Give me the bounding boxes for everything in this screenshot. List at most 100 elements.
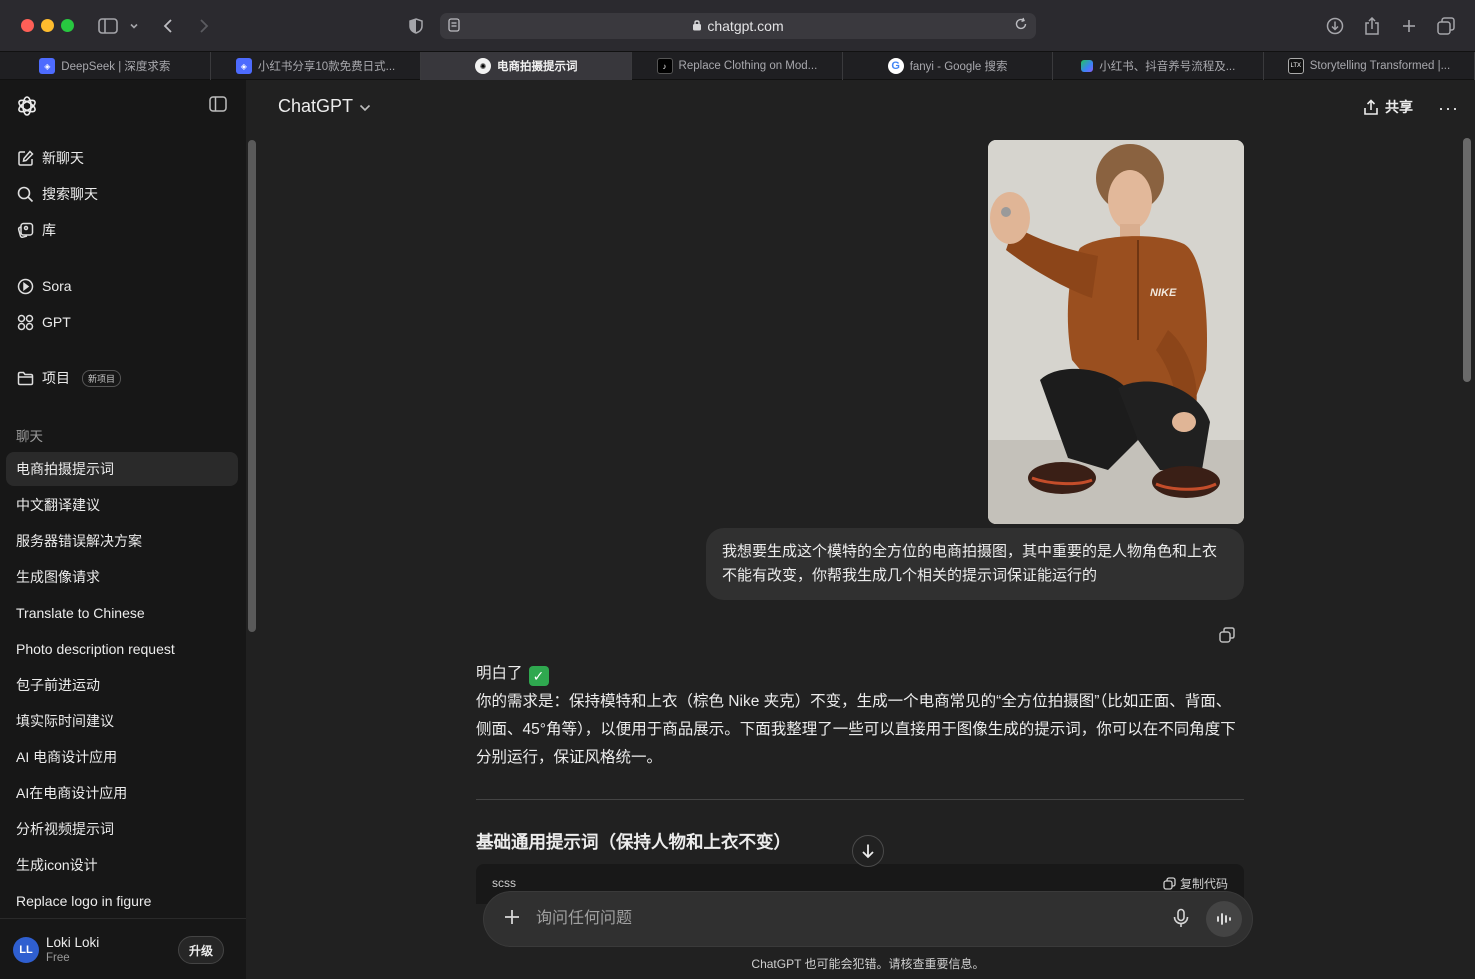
browser-tab[interactable]: ◈ 小红书分享10款免费日式... [211,52,422,80]
user-message-bubble: 我想要生成这个模特的全方位的电商拍摄图，其中重要的是人物角色和上衣不能有改变，你… [706,528,1244,600]
search-chats-button[interactable]: 搜索聊天 [16,184,98,204]
nav-label: Sora [42,278,72,294]
chat-history-item[interactable]: 包子前进运动 [6,668,238,702]
tab-title: Replace Clothing on Mod... [678,60,818,72]
close-window-button[interactable] [21,19,34,32]
microphone-icon[interactable] [1172,908,1194,930]
download-icon[interactable] [1323,14,1347,38]
prompt-input[interactable] [536,908,1136,930]
tab-title: 小红书分享10款免费日式... [257,61,396,73]
address-bar[interactable]: chatgpt.com [440,13,1036,39]
nav-label: 项目 [42,370,70,386]
browser-titlebar: chatgpt.com [0,0,1475,52]
main-header: ChatGPT 共享 ··· [258,80,1475,132]
voice-mode-button[interactable] [1206,901,1242,937]
tiktok-icon: ♪ [656,58,673,74]
chat-history-item[interactable]: Photo description request [6,632,238,666]
share-page-icon[interactable] [1360,14,1384,38]
sora-button[interactable]: Sora [16,276,72,296]
chat-history-item[interactable]: Translate to Chinese [6,596,238,630]
share-button[interactable]: 共享 [1363,97,1413,117]
forward-arrow-icon[interactable] [192,14,216,38]
check-mark-icon: ✓ [528,666,549,686]
browser-tab[interactable]: ♪ Replace Clothing on Mod... [632,52,843,80]
chatgpt-icon: ✺ [474,58,491,74]
openai-logo-icon[interactable] [15,94,39,118]
uploaded-model-photo[interactable]: NIKE [988,140,1244,524]
browser-tab[interactable]: LTX Storytelling Transformed |... [1264,52,1475,80]
message-composer [484,892,1252,946]
arrow-down-icon [862,844,874,859]
minimize-window-button[interactable] [41,19,54,32]
code-language-label: scss [492,876,516,890]
user-profile-section[interactable]: LL Loki Loki Free 升级 [0,918,246,979]
library-button[interactable]: 库 [16,220,56,240]
model-photo-image: NIKE [988,140,1244,524]
browser-tab-active[interactable]: ✺ 电商拍摄提示词 [421,52,633,80]
tab-title: Storytelling Transformed |... [1309,60,1451,72]
new-project-badge[interactable]: 新项目 [82,369,122,387]
gpt-grid-icon [16,313,34,331]
deepseek-icon: ◈ [235,58,252,74]
upgrade-button[interactable]: 升级 [178,936,224,964]
conversation-scrollbar[interactable] [1463,138,1471,382]
projects-button[interactable]: 项目 新项目 [16,368,122,388]
chat-history-item[interactable]: AI在电商设计应用 [6,776,238,810]
sora-icon [16,277,34,295]
assistant-body: 你的需求是：保持模特和上衣（棕色 Nike 夹克）不变，生成一个电商常见的“全方… [476,693,1236,766]
browser-tab[interactable]: 小红书、抖音养号流程及... [1053,52,1265,80]
chat-history-item[interactable]: Replace logo in figure [6,884,238,918]
tab-overview-icon[interactable] [1434,14,1458,38]
nav-label: GPT [42,314,71,330]
copy-message-icon[interactable] [1218,626,1238,646]
chat-history-item[interactable]: 生成图像请求 [6,560,238,594]
nav-label: 新聊天 [42,150,84,166]
chat-history-item[interactable]: 填实际时间建议 [6,704,238,738]
more-options-button[interactable]: ··· [1438,98,1459,119]
tab-title: 小红书、抖音养号流程及... [1099,61,1236,73]
assistant-intro-line: 明白了 ✓ [476,660,1244,688]
share-label: 共享 [1385,99,1413,115]
back-arrow-icon[interactable] [156,14,180,38]
new-tab-icon[interactable] [1397,14,1421,38]
svg-text:NIKE: NIKE [1150,287,1177,299]
nav-label: 库 [42,222,56,238]
page-info-icon[interactable] [448,18,460,35]
chevron-down-icon[interactable] [124,14,144,38]
assistant-message: 明白了 ✓ 你的需求是：保持模特和上衣（棕色 Nike 夹克）不变，生成一个电商常… [476,660,1244,772]
model-name: ChatGPT [278,96,354,116]
sidebar: 新聊天 搜索聊天 库 Sora GPT 项目 新项目 聊天 电商拍摄提示词 中文… [0,80,256,979]
chat-history-item[interactable]: 服务器错误解决方案 [6,524,238,558]
gpt-button[interactable]: GPT [16,312,71,332]
add-attachment-icon[interactable] [502,907,526,931]
chevron-down-icon [359,96,371,117]
copy-icon [1163,877,1176,890]
section-heading: 基础通用提示词（保持人物和上衣不变） [476,832,791,852]
close-sidebar-icon[interactable] [209,96,229,116]
browser-tab[interactable]: G fanyi - Google 搜索 [843,52,1054,80]
reload-icon[interactable] [1014,17,1028,34]
new-chat-button[interactable]: 新聊天 [16,148,84,168]
avatar[interactable]: LL [13,937,39,963]
lock-icon [692,18,702,34]
chat-history-item[interactable]: AI 电商设计应用 [6,740,238,774]
share-icon [1364,98,1378,115]
chat-history-item[interactable]: 分析视频提示词 [6,812,238,846]
zoom-window-button[interactable] [61,19,74,32]
chat-history-item[interactable]: 生成icon设计 [6,848,238,882]
sidebar-scrollbar[interactable] [248,140,256,632]
browser-tab[interactable]: ◈ DeepSeek | 深度求索 [0,52,211,80]
copy-code-button[interactable]: 复制代码 [1163,875,1228,892]
model-selector[interactable]: ChatGPT [278,96,371,117]
sidebar-toggle-icon[interactable] [96,14,120,38]
scroll-to-bottom-button[interactable] [852,835,884,867]
user-name: Loki Loki [46,935,100,950]
chats-section-label: 聊天 [16,429,43,444]
chat-history-item-active[interactable]: 电商拍摄提示词 [6,452,238,486]
voice-waveform-icon [1217,913,1231,925]
chat-history-item[interactable]: 中文翻译建议 [6,488,238,522]
ltx-icon: LTX [1287,58,1304,74]
nav-label: 搜索聊天 [42,186,98,202]
privacy-shield-icon[interactable] [404,14,428,38]
doc-icon [1081,60,1094,72]
